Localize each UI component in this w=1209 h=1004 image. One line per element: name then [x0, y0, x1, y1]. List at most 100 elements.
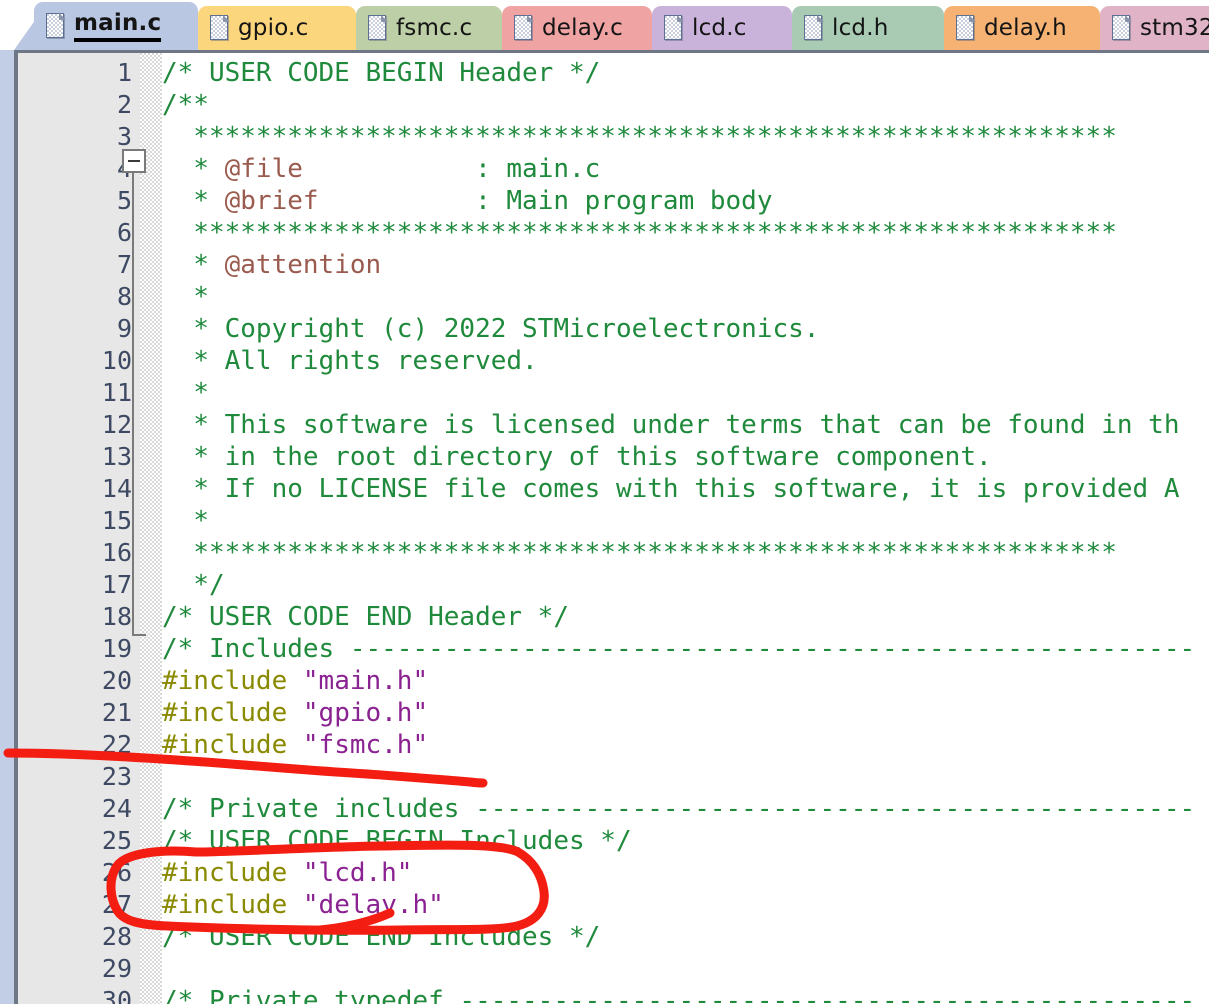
editor-tab-stm32f4[interactable]: stm32f4 [1100, 6, 1209, 50]
line-number[interactable]: 24 [22, 793, 132, 825]
code-line[interactable]: ****************************************… [162, 217, 1117, 249]
line-number[interactable]: 30 [22, 985, 132, 1004]
line-number[interactable]: 15 [22, 505, 132, 537]
editor-tab-label: delay.c [542, 15, 623, 41]
code-token: /* Private includes --------------------… [162, 794, 1196, 824]
code-line[interactable]: /* USER CODE BEGIN Includes */ [162, 825, 632, 857]
code-text-area[interactable]: /* USER CODE BEGIN Header *//** ********… [162, 53, 1209, 1004]
code-line[interactable]: #include "gpio.h" [162, 697, 428, 729]
code-token: * [162, 282, 209, 312]
line-number[interactable]: 18 [22, 601, 132, 633]
code-token: /** [162, 90, 209, 120]
line-number[interactable]: 17 [22, 569, 132, 601]
code-token: * If no LICENSE file comes with this sof… [162, 474, 1180, 504]
line-number[interactable]: 6 [22, 217, 132, 249]
code-line[interactable]: */ [162, 569, 224, 601]
line-number[interactable]: 7 [22, 249, 132, 281]
code-token: * [162, 154, 225, 184]
code-line[interactable]: * [162, 505, 209, 537]
line-number[interactable]: 1 [22, 57, 132, 89]
fold-range-line [132, 173, 134, 636]
editor-tab-main-c[interactable]: main.c [34, 2, 198, 50]
code-token: * [162, 250, 225, 280]
code-token: * [162, 378, 209, 408]
editor-tab-lcd-h[interactable]: lcd.h [792, 6, 944, 50]
code-token: * This software is licensed under terms … [162, 410, 1180, 440]
editor-tab-label: delay.h [984, 15, 1067, 41]
code-line[interactable]: #include "lcd.h" [162, 857, 412, 889]
line-number[interactable]: 3 [22, 121, 132, 153]
line-number[interactable]: 23 [22, 761, 132, 793]
code-line[interactable]: /* Private typedef ---------------------… [162, 985, 1195, 1004]
code-token: @file [224, 154, 303, 184]
editor-tab-label: fsmc.c [396, 15, 473, 41]
line-number[interactable]: 19 [22, 633, 132, 665]
line-number[interactable]: 9 [22, 313, 132, 345]
code-line[interactable]: ****************************************… [162, 121, 1117, 153]
code-line[interactable]: /* USER CODE END Includes */ [162, 921, 600, 953]
line-number[interactable]: 14 [22, 473, 132, 505]
line-number[interactable]: 10 [22, 345, 132, 377]
code-token: ****************************************… [162, 122, 1117, 152]
line-number[interactable]: 5 [22, 185, 132, 217]
code-line[interactable]: * @file : main.c [162, 153, 600, 185]
line-number[interactable]: 2 [22, 89, 132, 121]
line-number[interactable]: 13 [22, 441, 132, 473]
code-line[interactable]: /* USER CODE BEGIN Header */ [162, 57, 600, 89]
code-line[interactable]: ****************************************… [162, 537, 1117, 569]
line-number[interactable]: 25 [22, 825, 132, 857]
code-line[interactable]: * [162, 281, 209, 313]
fold-collapse-icon[interactable] [122, 149, 146, 173]
code-line[interactable]: /* Includes ----------------------------… [162, 633, 1195, 665]
line-number[interactable]: 22 [22, 729, 132, 761]
line-number[interactable]: 28 [22, 921, 132, 953]
file-icon [208, 14, 232, 42]
file-icon [802, 14, 826, 42]
code-line[interactable]: /** [162, 89, 209, 121]
code-line[interactable]: * @attention [162, 249, 381, 281]
change-bar-strip [140, 53, 162, 1004]
code-line[interactable]: #include "main.h" [162, 665, 428, 697]
code-line[interactable]: * Copyright (c) 2022 STMicroelectronics. [162, 313, 819, 345]
editor-tab-label: lcd.h [832, 15, 889, 41]
file-icon [662, 14, 686, 42]
code-token: /* USER CODE BEGIN Includes */ [162, 826, 632, 856]
code-line[interactable]: /* USER CODE END Header */ [162, 601, 569, 633]
editor-tab-gpio-c[interactable]: gpio.c [198, 6, 356, 50]
code-token: #include [162, 666, 303, 696]
code-line[interactable]: * All rights reserved. [162, 345, 538, 377]
editor-tab-delay-c[interactable]: delay.c [502, 6, 652, 50]
code-line[interactable]: * in the root directory of this software… [162, 441, 991, 473]
line-number[interactable]: 11 [22, 377, 132, 409]
code-line[interactable]: * [162, 377, 209, 409]
code-line[interactable]: * If no LICENSE file comes with this sof… [162, 473, 1179, 505]
editor-tab-fsmc-c[interactable]: fsmc.c [356, 6, 502, 50]
code-token: * [162, 186, 225, 216]
code-line[interactable]: #include "fsmc.h" [162, 729, 428, 761]
code-line[interactable]: * This software is licensed under terms … [162, 409, 1179, 441]
code-token: /* Private typedef ---------------------… [162, 986, 1196, 1004]
code-line[interactable]: /* Private includes --------------------… [162, 793, 1195, 825]
code-token: /* USER CODE BEGIN Header */ [162, 58, 601, 88]
editor-tab-lcd-c[interactable]: lcd.c [652, 6, 792, 50]
line-number[interactable]: 4 [22, 153, 132, 185]
code-token: "delay.h" [302, 890, 444, 920]
editor-tab-delay-h[interactable]: delay.h [944, 6, 1100, 50]
line-number[interactable]: 29 [22, 953, 132, 985]
file-icon [954, 14, 978, 42]
code-token: * All rights reserved. [162, 346, 538, 376]
editor-tab-label: main.c [74, 10, 173, 42]
line-number[interactable]: 26 [22, 857, 132, 889]
code-line[interactable]: * @brief : Main program body [162, 185, 772, 217]
line-number[interactable]: 20 [22, 665, 132, 697]
line-number[interactable]: 12 [22, 409, 132, 441]
line-number-gutter[interactable]: 1234567891011121314151617181920212223242… [18, 53, 140, 1004]
file-icon [512, 14, 536, 42]
line-number[interactable]: 16 [22, 537, 132, 569]
line-number[interactable]: 27 [22, 889, 132, 921]
line-number[interactable]: 21 [22, 697, 132, 729]
code-token: ****************************************… [162, 218, 1117, 248]
line-number[interactable]: 8 [22, 281, 132, 313]
code-token: * [162, 506, 209, 536]
code-line[interactable]: #include "delay.h" [162, 889, 444, 921]
